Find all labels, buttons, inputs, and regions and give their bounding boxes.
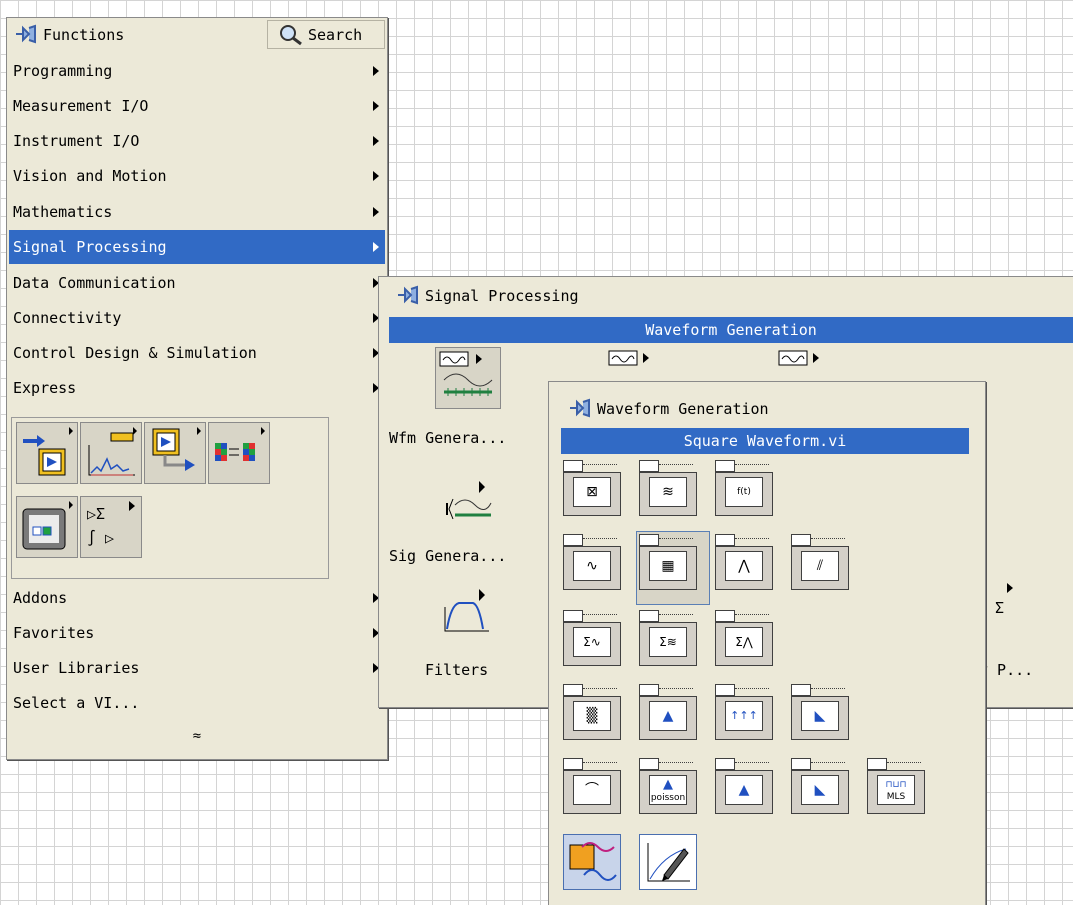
search-button[interactable]: Search (267, 20, 385, 49)
multitone-amplitude-phase-icon[interactable]: Σ⋀ (713, 608, 779, 670)
triangle-waveform-icon[interactable]: ⋀ (713, 532, 779, 594)
express-icon-panel: ▷Σ ∫ ▷ (11, 417, 329, 579)
sawtooth-waveform-icon[interactable]: ⫽ (789, 532, 855, 594)
basic-multitone-icon[interactable]: Σ∿ (561, 608, 627, 670)
menu-item-vision-motion[interactable]: Vision and Motion (9, 159, 385, 193)
square-waveform-icon[interactable]: ▦ (636, 531, 710, 605)
menu-item-user-libraries[interactable]: User Libraries (9, 651, 385, 685)
functions-palette-header: Functions Search (7, 18, 387, 52)
submenu-arrow-icon (373, 171, 379, 181)
menu-item-signal-processing[interactable]: Signal Processing (9, 230, 385, 264)
top-icon-2[interactable] (605, 347, 671, 371)
menu-item-express[interactable]: Express (9, 371, 385, 405)
search-label: Search (308, 26, 363, 44)
menu-item-programming[interactable]: Programming (9, 54, 385, 88)
palette-title: Functions (43, 26, 125, 44)
caption-waveform-generation: Wfm Genera... (389, 429, 507, 447)
top-icon-3[interactable] (775, 347, 841, 371)
menu-item-favorites[interactable]: Favorites (9, 616, 385, 650)
menu-item-connectivity[interactable]: Connectivity (9, 301, 385, 335)
multi-tone-generator-icon[interactable]: ≋ (637, 458, 703, 520)
spectral-icon[interactable]: Σ (983, 579, 1023, 623)
menu-item-addons[interactable]: Addons (9, 581, 385, 615)
output-express-icon[interactable] (144, 422, 206, 484)
summation-glyph: Σ (995, 599, 1005, 617)
menu-item-instrument-io[interactable]: Instrument I/O (9, 124, 385, 158)
menu-item-select-vi[interactable]: Select a VI... (9, 686, 385, 720)
submenu-arrow-icon (373, 242, 379, 252)
execution-control-express-icon[interactable] (16, 496, 78, 558)
basic-function-generator-icon[interactable]: ⊠ (561, 458, 627, 520)
submenu-arrow-icon (373, 66, 379, 76)
menu-item-data-communication[interactable]: Data Communication (9, 266, 385, 300)
signal-generation-icon[interactable] (435, 473, 501, 535)
pin-icon[interactable] (15, 24, 37, 44)
signal-manipulation-express-icon[interactable] (208, 422, 270, 484)
menu-item-mathematics[interactable]: Mathematics (9, 195, 385, 229)
pin-icon[interactable] (569, 398, 591, 418)
mls-sequence-icon[interactable]: ⊓⊔⊓ MLS (865, 756, 931, 818)
binomial-noise-icon[interactable]: ▲ (713, 756, 779, 818)
analysis-express-icon[interactable] (80, 422, 142, 484)
search-icon (280, 25, 302, 46)
caption-signal-generation: Sig Genera... (389, 547, 507, 565)
caption-filters: Filters (425, 661, 489, 679)
waveform-generation-icon[interactable] (435, 347, 501, 409)
gaussian-white-noise-icon[interactable]: ▲ (637, 682, 703, 744)
inverse-f-noise-icon[interactable]: ◣ (789, 682, 855, 744)
functions-palette: Functions Search Programming Measurement… (6, 17, 388, 760)
sine-waveform-icon[interactable]: ∿ (561, 532, 627, 594)
pin-icon[interactable] (397, 285, 419, 305)
submenu-arrow-icon (373, 101, 379, 111)
submenu-arrow-icon (373, 136, 379, 146)
uniform-white-noise-icon[interactable]: ▒ (561, 682, 627, 744)
palette-title: Signal Processing (425, 287, 579, 305)
multitone-amplitude-icon[interactable]: Σ≋ (637, 608, 703, 670)
poisson-noise-icon[interactable]: ▲ poisson (637, 756, 703, 818)
selected-vi-header: Square Waveform.vi (561, 428, 969, 454)
palette-title: Waveform Generation (597, 400, 769, 418)
formula-waveform-icon[interactable]: f(t) (713, 458, 779, 520)
gamma-noise-icon[interactable]: ⌒ (561, 756, 627, 818)
category-header[interactable]: Waveform Generation (389, 317, 1073, 343)
create-waveform-icon[interactable] (637, 830, 703, 892)
simulate-signal-express-icon[interactable] (561, 830, 627, 892)
menu-item-control-design[interactable]: Control Design & Simulation (9, 336, 385, 370)
submenu-arrow-icon (373, 207, 379, 217)
waveform-generation-palette: Waveform Generation Square Waveform.vi ⊠… (548, 381, 986, 905)
periodic-random-noise-icon[interactable]: ↑↑↑ (713, 682, 779, 744)
filters-icon[interactable] (435, 583, 501, 645)
input-express-icon[interactable] (16, 422, 78, 484)
menu-item-measurement-io[interactable]: Measurement I/O (9, 89, 385, 123)
arithmetic-comparison-express-icon[interactable]: ▷Σ ∫ ▷ (80, 496, 142, 558)
caption-truncated-right: y P... (979, 661, 1034, 679)
collapse-icon[interactable]: ≈ (187, 728, 207, 744)
bernoulli-noise-icon[interactable]: ◣ (789, 756, 855, 818)
